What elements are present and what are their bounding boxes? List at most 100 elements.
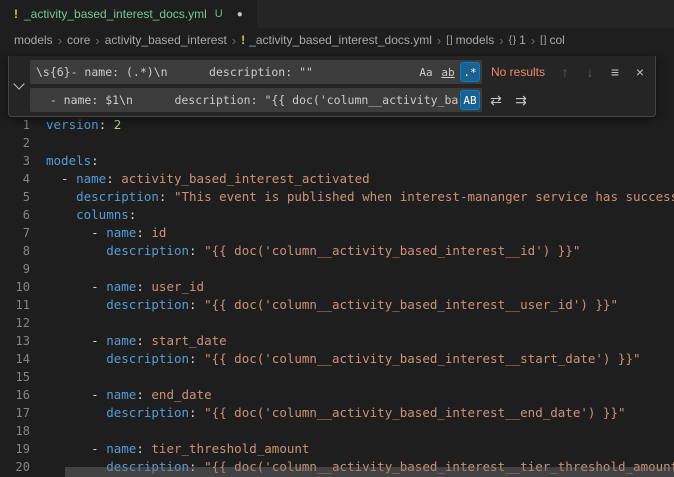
line-number[interactable]: 3: [0, 152, 30, 170]
code-token[interactable]: :: [136, 333, 151, 348]
code-token[interactable]: description: [106, 351, 189, 366]
code-token[interactable]: tier_threshold_amount: [151, 441, 309, 456]
breadcrumb-item[interactable]: [ ]col: [540, 33, 565, 47]
tab-active-file[interactable]: ! _activity_based_interest_docs.yml U ●: [0, 0, 258, 28]
code-token[interactable]: description: [106, 243, 189, 258]
code-token[interactable]: -: [46, 387, 106, 402]
code-token[interactable]: -: [46, 333, 106, 348]
toggle-replace-button[interactable]: [9, 60, 30, 112]
code-token[interactable]: :: [189, 351, 204, 366]
code-line[interactable]: 8 description: "{{ doc('column__activity…: [0, 242, 674, 260]
code-token[interactable]: "{{ doc('column__activity_based_interest…: [204, 351, 641, 366]
code-token[interactable]: name: [76, 171, 106, 186]
line-number[interactable]: 19: [0, 440, 30, 458]
line-number[interactable]: 6: [0, 206, 30, 224]
code-line[interactable]: 17 description: "{{ doc('column__activit…: [0, 404, 674, 422]
code-line[interactable]: 15: [0, 368, 674, 386]
line-number[interactable]: 10: [0, 278, 30, 296]
line-number[interactable]: 18: [0, 422, 30, 440]
code-token[interactable]: "{{ doc('column__activity_based_interest…: [204, 297, 618, 312]
regex-toggle[interactable]: .*: [460, 62, 480, 82]
code-line-content[interactable]: description: "{{ doc('column__activity_b…: [30, 350, 641, 368]
code-token[interactable]: "{{ doc('column__activity_based_interest…: [204, 243, 580, 258]
code-line[interactable]: 4 - name: activity_based_interest_activa…: [0, 170, 674, 188]
code-line[interactable]: 11 description: "{{ doc('column__activit…: [0, 296, 674, 314]
line-number[interactable]: 8: [0, 242, 30, 260]
code-token[interactable]: [46, 207, 76, 222]
breadcrumb-item[interactable]: core: [67, 33, 90, 47]
code-token[interactable]: [46, 297, 106, 312]
match-case-toggle[interactable]: Aa: [416, 62, 436, 82]
line-number[interactable]: 5: [0, 188, 30, 206]
unsaved-changes-dot[interactable]: ●: [237, 9, 243, 20]
code-token[interactable]: name: [106, 441, 136, 456]
horizontal-scrollbar[interactable]: [65, 467, 674, 477]
line-number[interactable]: 7: [0, 224, 30, 242]
close-find-widget-button[interactable]: ×: [629, 61, 651, 83]
code-line-content[interactable]: - name: tier_threshold_amount: [30, 440, 309, 458]
previous-match-button[interactable]: ↑: [554, 61, 576, 83]
code-line[interactable]: 7 - name: id: [0, 224, 674, 242]
code-token[interactable]: description: [106, 405, 189, 420]
code-token[interactable]: id: [151, 225, 166, 240]
code-token[interactable]: -: [46, 279, 106, 294]
find-input[interactable]: \s{6}- name: (.*)\n description: "" Aa a…: [30, 60, 482, 84]
code-line-content[interactable]: description: "{{ doc('column__activity_b…: [30, 296, 618, 314]
code-token[interactable]: user_id: [151, 279, 204, 294]
whole-word-toggle[interactable]: ab: [438, 62, 458, 82]
line-number[interactable]: 12: [0, 314, 30, 332]
code-line-content[interactable]: [30, 260, 46, 278]
code-line-content[interactable]: [30, 422, 46, 440]
code-token[interactable]: activity_based_interest_activated: [121, 171, 369, 186]
code-token[interactable]: [46, 405, 106, 420]
code-token[interactable]: start_date: [151, 333, 226, 348]
breadcrumb-item[interactable]: activity_based_interest: [105, 33, 227, 47]
editor[interactable]: \s{6}- name: (.*)\n description: "" Aa a…: [0, 52, 674, 477]
line-number[interactable]: 11: [0, 296, 30, 314]
code-token[interactable]: :: [91, 153, 99, 168]
breadcrumb-item[interactable]: !_activity_based_interest_docs.yml: [241, 33, 432, 47]
code-token[interactable]: :: [189, 297, 204, 312]
line-number[interactable]: 15: [0, 368, 30, 386]
code-token[interactable]: models: [46, 153, 91, 168]
code-token[interactable]: name: [106, 387, 136, 402]
breadcrumb-item[interactable]: [ ]models: [446, 33, 494, 47]
code-line[interactable]: 1version: 2: [0, 116, 674, 134]
code-token[interactable]: -: [46, 441, 106, 456]
code-line-content[interactable]: [30, 314, 46, 332]
code-token[interactable]: :: [129, 207, 137, 222]
code-line[interactable]: 6 columns:: [0, 206, 674, 224]
code-line-content[interactable]: - name: user_id: [30, 278, 204, 296]
code-token[interactable]: :: [136, 441, 151, 456]
replace-all-button[interactable]: ⇉: [510, 89, 532, 111]
breadcrumb-item[interactable]: models: [14, 33, 53, 47]
code-token[interactable]: -: [46, 171, 76, 186]
code-token[interactable]: [46, 243, 106, 258]
code-line[interactable]: 18: [0, 422, 674, 440]
code-line-content[interactable]: description: "This event is published wh…: [30, 188, 674, 206]
code-line[interactable]: 2: [0, 134, 674, 152]
line-number[interactable]: 2: [0, 134, 30, 152]
code-token[interactable]: version: [46, 117, 99, 132]
code-line-content[interactable]: - name: activity_based_interest_activate…: [30, 170, 370, 188]
code-line-content[interactable]: - name: id: [30, 224, 166, 242]
code-token[interactable]: description: [76, 189, 159, 204]
code-line-content[interactable]: models:: [30, 152, 99, 170]
code-line[interactable]: 5 description: "This event is published …: [0, 188, 674, 206]
code-line[interactable]: 10 - name: user_id: [0, 278, 674, 296]
breadcrumb-item[interactable]: { }1: [509, 33, 526, 47]
code-line[interactable]: 13 - name: start_date: [0, 332, 674, 350]
code-token[interactable]: :: [136, 387, 151, 402]
next-match-button[interactable]: ↓: [579, 61, 601, 83]
code-line[interactable]: 3models:: [0, 152, 674, 170]
code-token[interactable]: :: [106, 171, 121, 186]
code-token[interactable]: :: [136, 225, 151, 240]
code-token[interactable]: 2: [114, 117, 122, 132]
preserve-case-toggle[interactable]: AB: [460, 90, 480, 110]
line-number[interactable]: 20: [0, 458, 30, 476]
code-token[interactable]: description: [106, 297, 189, 312]
line-number[interactable]: 14: [0, 350, 30, 368]
code-line-content[interactable]: [30, 368, 46, 386]
code-line[interactable]: 9: [0, 260, 674, 278]
line-number[interactable]: 16: [0, 386, 30, 404]
